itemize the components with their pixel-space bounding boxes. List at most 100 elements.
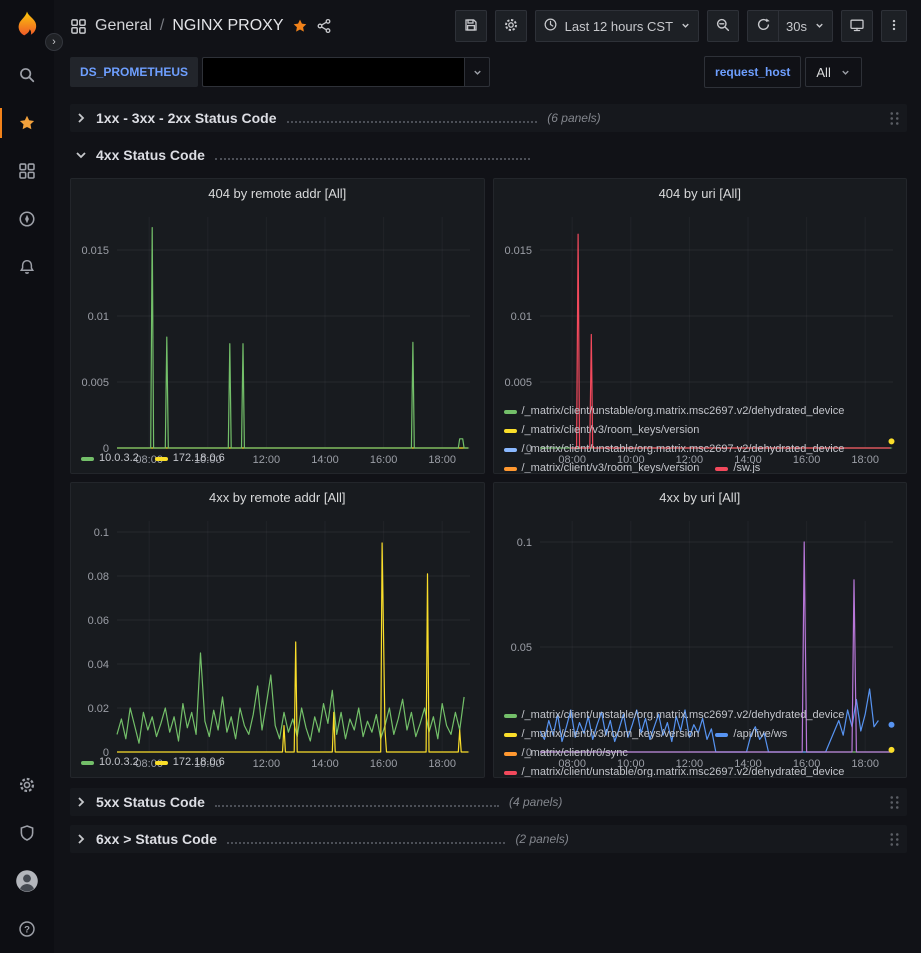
legend-item[interactable]: /_matrix/client/unstable/org.matrix.msc2… [504,402,845,421]
legend-swatch [504,429,517,433]
sidebar-item-explore[interactable] [0,195,54,243]
sidebar-item-search[interactable] [0,51,54,99]
time-series-chart[interactable]: 08:0010:0012:0014:0016:0018:0000.020.040… [71,511,484,753]
navbar-actions: Last 12 hours CST 30s [455,10,907,42]
row-5xx-status-code[interactable]: 5xx Status Code (4 panels) [70,788,907,816]
refresh-group: 30s [747,10,833,42]
sidebar-item-alerting[interactable] [0,243,54,291]
legend-item[interactable]: 10.0.3.2 [81,449,139,468]
variable-value-redacted[interactable] [202,57,464,87]
legend-label: /_matrix/client/unstable/org.matrix.msc2… [522,440,845,459]
svg-text:0.015: 0.015 [504,245,532,257]
sidebar-expand-icon: › [52,37,56,48]
legend-swatch [504,467,517,471]
svg-text:0.06: 0.06 [88,615,109,627]
caret-down-icon [840,67,851,78]
chart-canvas: 08:0010:0012:0014:0016:0018:0000.020.040… [71,511,484,772]
row-drag-handle[interactable] [889,832,900,847]
row-drag-handle[interactable] [889,795,900,810]
configuration-icon [18,776,36,794]
tv-mode-button[interactable] [841,10,873,42]
time-picker[interactable]: Last 12 hours CST [535,10,699,42]
dashboard-content: 1xx - 3xx - 2xx Status Code (6 panels) 4… [54,98,921,953]
sidebar-item-starred[interactable] [0,99,54,147]
chart-legend: /_matrix/client/unstable/org.matrix.msc2… [494,706,907,777]
legend-label: /_matrix/client/unstable/org.matrix.msc2… [522,402,845,421]
row-title: 1xx - 3xx - 2xx Status Code [96,110,277,126]
legend-item[interactable]: /sw.js [715,459,760,473]
legend-swatch [504,733,517,737]
time-series-chart[interactable]: 08:0010:0012:0014:0016:0018:0000.0050.01… [494,207,907,402]
caret-down-icon [814,19,825,34]
legend-item[interactable]: /_matrix/client/unstable/org.matrix.msc2… [504,706,845,725]
time-series-chart[interactable]: 08:0010:0012:0014:0016:0018:0000.0050.01… [71,207,484,449]
legend-swatch [715,733,728,737]
panel-grid: 404 by remote addr [All] 08:0010:0012:00… [70,178,907,778]
legend-label: /_matrix/client/v3/room_keys/version [522,421,700,440]
dashboard-title[interactable]: NGINX PROXY [172,17,283,35]
sidebar-item-server-admin[interactable] [0,809,54,857]
refresh-button[interactable] [747,10,779,42]
panel-title[interactable]: 4xx by uri [All] [494,483,907,511]
legend-item[interactable]: /_matrix/client/unstable/org.matrix.msc2… [504,440,845,459]
legend-item[interactable]: /_matrix/client/v3/room_keys/version [504,421,700,440]
row-1xx-3xx-2xx-status-code[interactable]: 1xx - 3xx - 2xx Status Code (6 panels) [70,104,907,132]
tv-icon [849,17,865,36]
legend-item[interactable]: 172.18.0.6 [155,449,225,468]
legend-label: /_matrix/client/unstable/org.matrix.msc2… [522,763,845,777]
refresh-interval-dropdown[interactable]: 30s [779,10,833,42]
legend-item[interactable]: /_matrix/client/unstable/org.matrix.msc2… [504,763,845,777]
row-6xx-status-code[interactable]: 6xx > Status Code (2 panels) [70,825,907,853]
row-dotted-leader [227,834,505,844]
breadcrumb-separator: / [160,17,164,35]
legend-swatch [504,410,517,414]
clock-icon [543,17,558,35]
variable-label-request-host: request_host [704,56,801,88]
caret-down-icon [680,19,691,34]
sidebar-expand-button[interactable]: › [45,33,63,51]
legend-item[interactable]: /api/live/ws [715,725,787,744]
legend-label: 172.18.0.6 [173,753,225,772]
save-dashboard-button[interactable] [455,10,487,42]
row-panel-count: (6 panels) [547,111,600,125]
row-4xx-status-code[interactable]: 4xx Status Code [70,141,907,169]
panel-title[interactable]: 404 by uri [All] [494,179,907,207]
share-icon[interactable] [316,18,332,34]
zoom-out-button[interactable] [707,10,739,42]
dashboard-settings-button[interactable] [495,10,527,42]
breadcrumb-section[interactable]: General [95,17,152,35]
request-host-value: All [816,65,830,80]
variables-bar: DS_PROMETHEUS request_host All [54,52,921,98]
sidebar-item-dashboards[interactable] [0,147,54,195]
legend-item[interactable]: /_matrix/client/v3/room_keys/version [504,459,700,473]
panel-404-by-uri: 404 by uri [All] 08:0010:0012:0014:0016:… [493,178,908,474]
legend-label: /sw.js [733,459,760,473]
sidebar-item-help[interactable]: ? [0,905,54,953]
explore-icon [18,210,36,228]
panel-title[interactable]: 4xx by remote addr [All] [71,483,484,511]
time-series-chart[interactable]: 08:0010:0012:0014:0016:0018:0000.050.1 [494,511,907,706]
dashboards-icon [18,162,36,180]
legend-swatch [504,771,517,775]
kebab-menu-button[interactable] [881,10,907,42]
legend-item[interactable]: 10.0.3.2 [81,753,139,772]
help-icon: ? [18,920,36,938]
sidebar-item-configuration[interactable] [0,761,54,809]
panel-title[interactable]: 404 by remote addr [All] [71,179,484,207]
legend-item[interactable]: /_matrix/client/v3/room_keys/version [504,725,700,744]
variable-dropdown-ds-prometheus[interactable] [202,57,490,87]
sidebar-item-profile[interactable] [0,857,54,905]
grafana-logo[interactable] [10,9,44,43]
legend-swatch [504,752,517,756]
svg-text:0.005: 0.005 [81,377,109,389]
variable-dropdown-request-host[interactable]: All [805,57,861,87]
row-drag-handle[interactable] [889,111,900,126]
svg-text:0.02: 0.02 [88,703,109,715]
favorite-star-icon[interactable] [292,18,308,34]
zoom-out-icon [715,17,731,36]
legend-item[interactable]: 172.18.0.6 [155,753,225,772]
starred-icon [18,114,36,132]
legend-label: /_matrix/client/v3/room_keys/version [522,725,700,744]
legend-swatch [715,467,728,471]
legend-item[interactable]: /_matrix/client/r0/sync [504,744,628,763]
